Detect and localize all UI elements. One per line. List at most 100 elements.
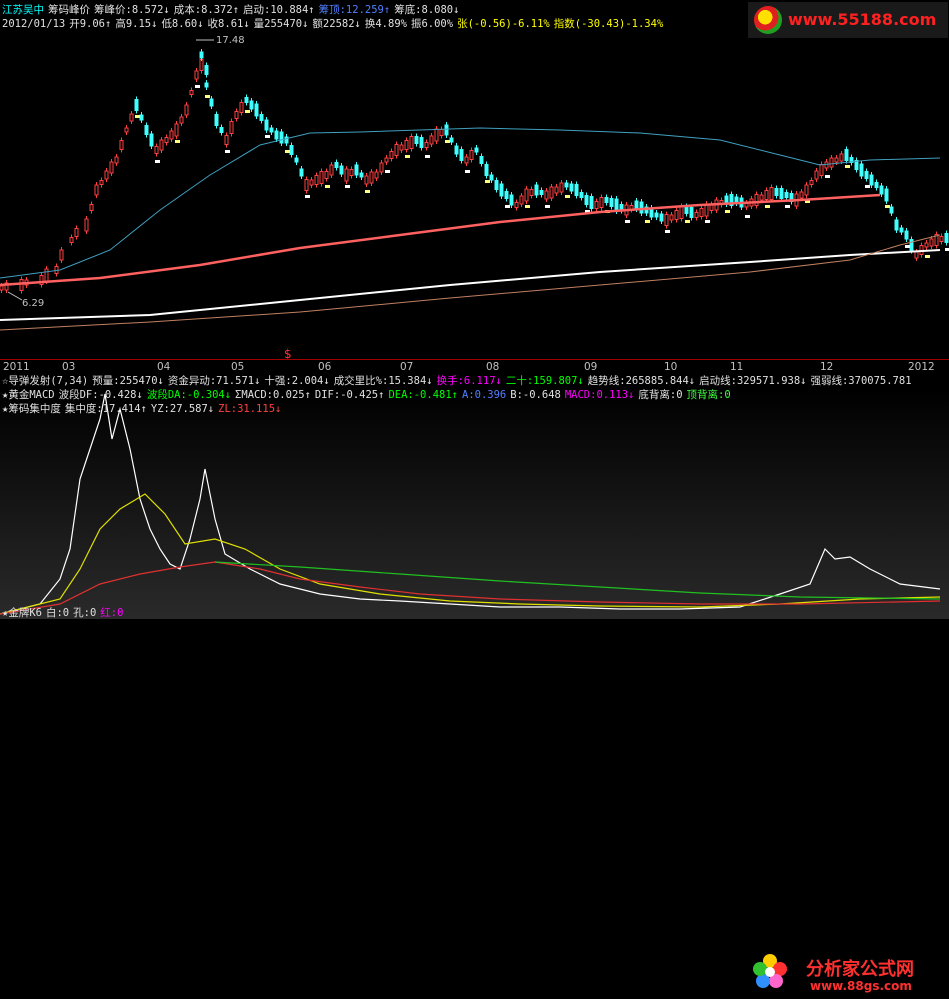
indicator-row-chip-concentration: ★筹码集中度 集中度:17.414↑ YZ:27.587↓ ZL:31.115↓ [2, 403, 285, 416]
header-field-3: 成本:8.372↑ [173, 4, 240, 16]
candle-body [134, 99, 139, 111]
chip-marker [485, 180, 490, 183]
candle-body [654, 212, 659, 218]
candle-body [204, 82, 209, 88]
candle-body [579, 192, 584, 198]
quote-field-6: 额22582↓ [312, 18, 361, 30]
candle-body [659, 213, 664, 222]
chip-marker [705, 220, 710, 223]
candle-body [539, 190, 544, 195]
date-tick-4: 06 [318, 361, 332, 373]
candle-body [144, 125, 149, 135]
site-logo: www.55188.com [748, 2, 948, 38]
quote-field-7: 换4.89% [364, 18, 407, 30]
candle-body [914, 251, 919, 259]
candle-body [679, 206, 684, 219]
chip-marker [865, 185, 870, 188]
candle-body [254, 103, 259, 117]
candle-body [384, 157, 389, 163]
indicator-row-macd: ★黄金MACD 波段DF:-0.428↓ 波段DA:-0.304↓ ΣMACD:0.0… [2, 389, 735, 402]
candle-body [274, 130, 279, 140]
candle-body [194, 70, 199, 80]
candle-body [139, 114, 144, 121]
candle-body [159, 139, 164, 151]
candle-body [149, 133, 154, 147]
candle-body [694, 212, 699, 218]
candle-body [199, 59, 204, 71]
candle-body [334, 162, 339, 168]
header-field-0: 江苏吴中 [2, 4, 44, 16]
candle-body [569, 183, 574, 192]
candle-body [859, 163, 864, 177]
chip-marker [205, 95, 210, 98]
candle-body [874, 182, 879, 188]
candle-body [784, 192, 789, 198]
candle-body [444, 124, 449, 136]
quote-field-0: 2012/01/13 [2, 18, 66, 30]
candle-body [834, 157, 839, 163]
indicator-field-1: 波段DF:-0.428↓ [58, 389, 143, 401]
candle-body [844, 149, 849, 161]
moving-average-white [0, 249, 941, 321]
candle-body [129, 113, 134, 122]
candle-body [589, 196, 594, 209]
indicator-field-6: 二十:159.807↓ [505, 375, 584, 387]
candle-body [799, 191, 804, 199]
candle-body [224, 135, 229, 145]
candle-body [519, 195, 524, 205]
indicator-panel[interactable]: 分析家公式网 www.88gs.com [0, 389, 949, 993]
candle-body [389, 151, 394, 159]
candle-body [534, 184, 539, 196]
low-price-leader [7, 291, 23, 301]
candle-body [829, 157, 834, 168]
candle-body [339, 165, 344, 175]
candle-body [249, 100, 254, 110]
candle-body [604, 197, 609, 203]
candle-body [234, 111, 239, 119]
quote-field-5: 量255470↓ [253, 18, 309, 30]
indicator-row-missile: ☆导弹发射(7,34) 预量:255470↓ 资金异动:71.571↓ 十强:2.00… [2, 375, 916, 388]
flower-logo-icon [753, 954, 787, 988]
candle-body [479, 156, 484, 164]
candle-body [779, 188, 784, 199]
trend-line-green [214, 561, 941, 600]
chip-marker [325, 185, 330, 188]
candle-body [329, 164, 334, 176]
candle-body [819, 164, 824, 176]
candle-body [509, 194, 514, 206]
price-chart[interactable]: 17.48 6.29 $ [0, 0, 949, 360]
date-tick-8: 10 [664, 361, 678, 373]
candle-body [554, 186, 559, 194]
date-tick-11: 2012 [908, 361, 935, 373]
candle-body [429, 135, 434, 145]
candle-body [324, 171, 329, 179]
chip-marker [285, 150, 290, 153]
date-tick-0: 2011 [3, 361, 30, 373]
indicator-field-3: 十强:2.004↓ [264, 375, 330, 387]
indicator-row-gold-k6: ★金牌K6 白:0 孔:0 红:0 [2, 607, 127, 620]
candle-body [774, 188, 779, 196]
chip-marker [725, 210, 730, 213]
candle-body [19, 279, 24, 291]
candle-body [804, 184, 809, 196]
candle-body [294, 157, 299, 163]
candle-body [379, 162, 384, 173]
indicator-field-0: ☆导弹发射(7,34) [2, 375, 89, 387]
candle-body [464, 156, 469, 164]
candle-body [689, 207, 694, 218]
candle-body [894, 219, 899, 231]
candle-body [124, 127, 129, 133]
quote-field-3: 低8.60↓ [161, 18, 204, 30]
chip-marker [665, 230, 670, 233]
chip-marker [525, 205, 530, 208]
indicator-field-9: 底背离:0 [638, 389, 683, 401]
indicator-field-3: ΣMACD:0.025↑ [235, 389, 311, 401]
header-line-2: 2012/01/13 开9.06↑ 高9.15↓ 低8.60↓ 收8.61↓ 量25547… [2, 18, 667, 31]
chip-marker [765, 205, 770, 208]
candle-body [614, 198, 619, 212]
candle-body [864, 171, 869, 179]
chip-marker [845, 165, 850, 168]
candle-body [184, 104, 189, 116]
chip-marker [925, 255, 930, 258]
candle-body [269, 127, 274, 133]
